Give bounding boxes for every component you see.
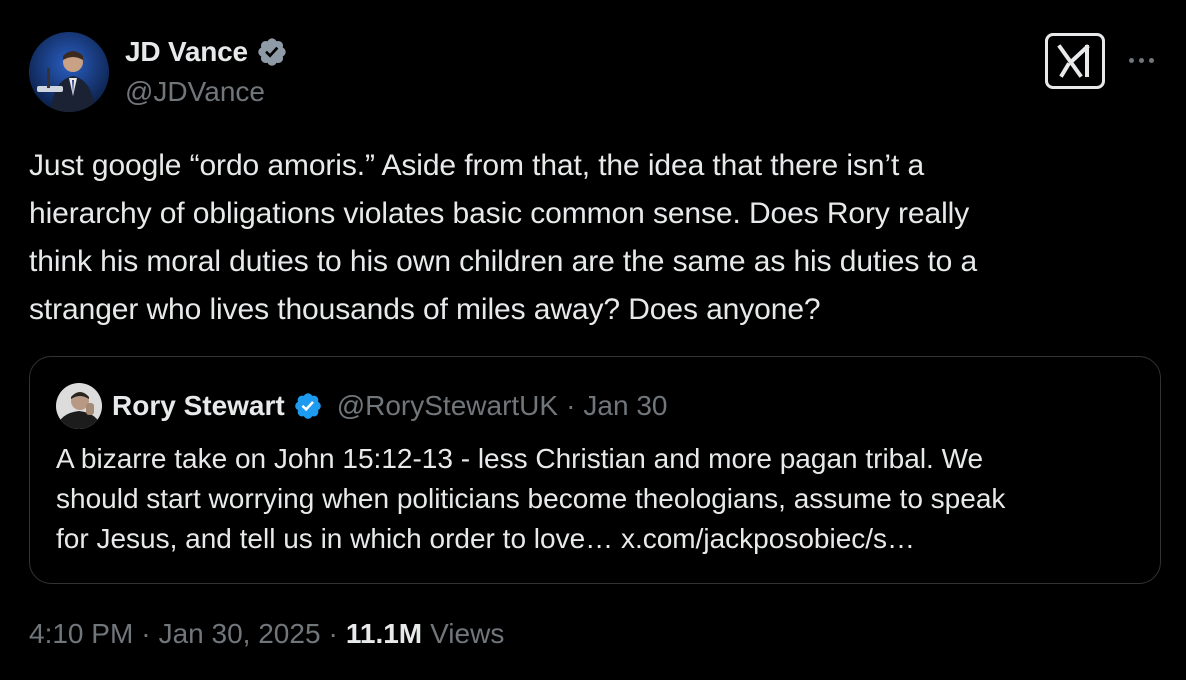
tweet-time[interactable]: 4:10 PM	[29, 618, 133, 650]
author-avatar[interactable]	[29, 32, 109, 112]
tweet-text-line: hierarchy of obligations violates basic …	[29, 197, 970, 230]
verified-badge-icon	[294, 393, 321, 419]
tweet-metadata: 4:10 PM · Jan 30, 2025 · 11.1M Views	[29, 618, 504, 650]
grok-button[interactable]	[1045, 33, 1105, 89]
quoted-text-segment: for Jesus, and tell us in which order to…	[56, 523, 614, 554]
separator-dot: ·	[328, 618, 338, 649]
views-count[interactable]: 11.1M	[346, 618, 422, 650]
quoted-tweet-text: A bizarre take on John 15:12-13 - less C…	[56, 439, 1136, 559]
more-dot	[1148, 57, 1154, 63]
more-options-button[interactable]	[1124, 45, 1158, 75]
author-name-row[interactable]: JD Vance	[125, 34, 288, 70]
tweet-text-line: Just google “ordo amoris.” Aside from th…	[29, 149, 925, 182]
more-dot	[1128, 57, 1134, 63]
quoted-text-line: should start worrying when politicians b…	[56, 483, 1006, 514]
quoted-tweet-header: Rory Stewart @RoryStewartUK · Jan 30	[56, 383, 668, 429]
tweet-text-line: think his moral duties to his own childr…	[29, 245, 978, 278]
tweet-date[interactable]: Jan 30, 2025	[159, 618, 321, 650]
quoted-tweet[interactable]: Rory Stewart @RoryStewartUK · Jan 30 A b…	[29, 356, 1161, 584]
quoted-tweet-date[interactable]: Jan 30	[583, 390, 667, 422]
tweet-text-line: stranger who lives thousands of miles aw…	[29, 293, 821, 326]
quoted-tweet-link[interactable]: x.com/jackposobiec/s…	[621, 523, 915, 554]
quoted-text-line: for Jesus, and tell us in which order to…	[56, 519, 1136, 559]
verified-badge-icon	[258, 38, 286, 66]
separator-dot: ·	[141, 618, 151, 649]
quoted-text-line: A bizarre take on John 15:12-13 - less C…	[56, 443, 984, 474]
tweet-text: Just google “ordo amoris.” Aside from th…	[29, 142, 1164, 334]
quoted-author-avatar[interactable]	[56, 383, 102, 429]
tweet-card: JD Vance @JDVance Just google “ordo amor…	[0, 0, 1186, 680]
quoted-author-display-name[interactable]: Rory Stewart	[112, 390, 285, 422]
author-display-name[interactable]: JD Vance	[125, 36, 248, 68]
more-dot	[1138, 57, 1144, 63]
separator-dot: ·	[566, 390, 576, 421]
quoted-author-handle[interactable]: @RoryStewartUK	[337, 390, 558, 422]
grok-logo-icon	[1057, 44, 1090, 78]
views-label: Views	[430, 618, 505, 649]
author-handle[interactable]: @JDVance	[125, 76, 265, 108]
